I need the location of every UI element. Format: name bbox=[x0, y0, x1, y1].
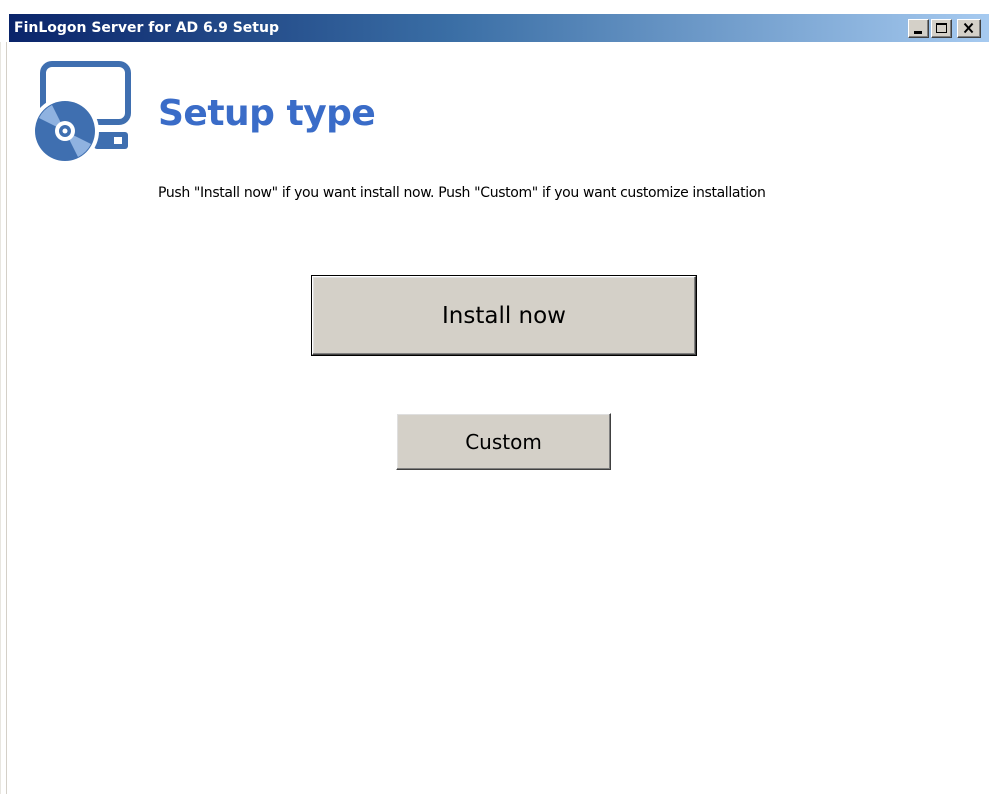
setup-window: FinLogon Server for AD 6.9 Setup Setup t bbox=[0, 0, 989, 794]
maximize-button[interactable] bbox=[931, 19, 952, 38]
desktop-strip bbox=[0, 0, 989, 14]
window-left-border bbox=[0, 42, 7, 794]
minimize-button[interactable] bbox=[908, 19, 929, 38]
maximize-icon bbox=[936, 23, 947, 33]
custom-button[interactable]: Custom bbox=[396, 413, 611, 470]
window-title: FinLogon Server for AD 6.9 Setup bbox=[14, 20, 279, 36]
page-title: Setup type bbox=[158, 93, 376, 134]
close-icon bbox=[963, 22, 974, 34]
instruction-text: Push "Install now" if you want install n… bbox=[158, 185, 766, 201]
close-button[interactable] bbox=[957, 19, 981, 38]
title-bar[interactable]: FinLogon Server for AD 6.9 Setup bbox=[9, 14, 989, 42]
install-now-button[interactable]: Install now bbox=[311, 275, 697, 356]
monitor-disc-icon bbox=[31, 61, 131, 165]
minimize-icon bbox=[914, 31, 922, 34]
